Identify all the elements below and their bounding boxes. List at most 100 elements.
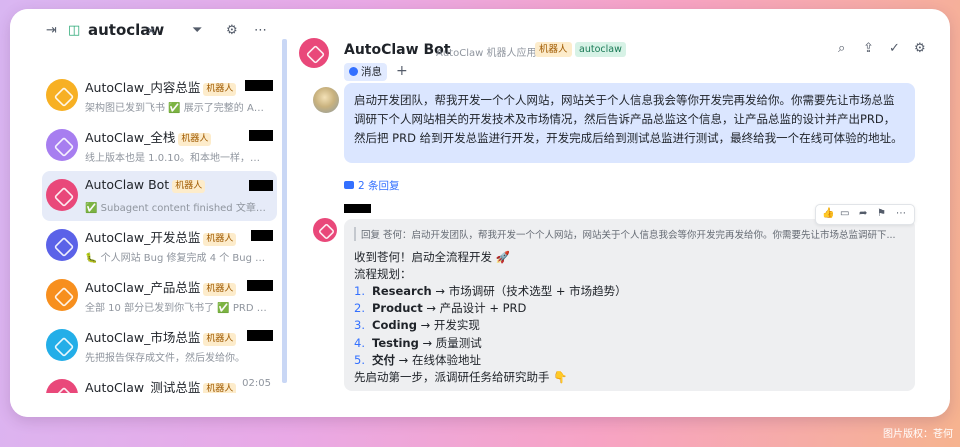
search-icon[interactable]: ⌕ (838, 41, 845, 56)
settings-icon[interactable]: ⚙ (914, 41, 926, 56)
timestamp-redacted (251, 230, 273, 241)
conversation-panel-header: ⇥ ◫ autoclaw ✕ ⏷ ⚙ ⋯ (10, 9, 282, 53)
add-tab-button[interactable]: + (396, 63, 408, 79)
conversation-item[interactable]: AutoClaw_全栈 机器人线上版本也是 1.0.10。和本地一样，没有... (42, 121, 277, 171)
message-icon (349, 67, 358, 76)
conversation-avatar (46, 329, 78, 361)
step-keyword: Testing (372, 335, 419, 350)
bot-badge: 机器人 (535, 42, 572, 57)
conversation-item[interactable]: AutoClaw_开发总监 机器人 🐛 个人网站 Bug 修复完成 4 个 Bug … (42, 221, 277, 271)
timestamp-redacted (247, 280, 273, 291)
bot-tag: 机器人 (203, 333, 237, 346)
app-badge: autoclaw (575, 42, 626, 57)
conversation-title: AutoClaw_全栈 机器人 (85, 127, 212, 146)
conversation-item[interactable]: AutoClaw Bot 机器人 ✅ Subagent content finish… (42, 171, 277, 221)
step-number: 5. (354, 352, 365, 367)
bot-intro: 收到苍何！启动全流程开发 🚀 (354, 250, 510, 264)
panel-divider[interactable] (282, 39, 287, 383)
sender-name-redacted (344, 204, 371, 213)
step-number: 3. (354, 318, 365, 333)
step-number: 1. (354, 284, 365, 298)
flag-icon[interactable]: ⚑ (877, 208, 886, 219)
plan-step: 4. Testing → 质量测试 (354, 335, 482, 351)
bot-outro: 先启动第一步，派调研任务给研究助手 👇 (354, 370, 568, 384)
conversation-title: AutoClaw_测试总监 机器人 (85, 377, 237, 393)
step-keyword: Coding (372, 318, 417, 333)
conversation-list: AutoClaw_内容总监 机器人 架构图已发到飞书 ✅ 展示了完整的 Age...… (10, 71, 282, 393)
conversation-avatar (46, 179, 78, 211)
step-keyword: Research (372, 284, 432, 298)
conversation-name: AutoClaw_产品总监 (85, 280, 201, 295)
conversation-item[interactable]: AutoClaw_内容总监 机器人架构图已发到飞书 ✅ 展示了完整的 Age... (42, 71, 277, 121)
tab-messages[interactable]: 消息 (344, 63, 387, 81)
step-number: 4. (354, 335, 365, 350)
more-icon[interactable]: ⋯ (896, 208, 906, 219)
step-text: → 产品设计 + PRD (422, 301, 527, 316)
conversation-name: AutoClaw_内容总监 (85, 80, 201, 95)
image-credit: 图片版权：苍何 (883, 429, 953, 440)
conversation-preview: 架构图已发到飞书 ✅ 展示了完整的 Age... (85, 103, 267, 114)
bot-tag: 机器人 (203, 233, 237, 246)
conversation-avatar (46, 129, 78, 161)
conversation-item[interactable]: AutoClaw_测试总监 机器人 02:05 (42, 371, 277, 393)
conversation-avatar (46, 279, 78, 311)
timestamp-redacted (247, 330, 273, 341)
plan-step: 2. Product → 产品设计 + PRD (354, 300, 526, 316)
tag-icon: ◫ (68, 23, 81, 38)
user-message-bubble: 启动开发团队，帮我开发一个个人网站，网站关于个人信息我会等你开发完再发给你。你需… (344, 83, 915, 163)
more-icon[interactable]: ⋯ (254, 23, 267, 39)
step-text: → 市场调研（技术选型 + 市场趋势） (431, 284, 627, 298)
chat-title: AutoClaw Bot (344, 42, 451, 58)
chat-subtitle: AutoClaw 机器人应用 (436, 48, 537, 59)
conversation-item[interactable]: AutoClaw_产品总监 机器人全部 10 部分已发到你飞书了 ✅ PRD 太.… (42, 271, 277, 321)
message-action-bar: 👍 ▭ ➦ ⚑ ⋯ (815, 204, 915, 225)
tab-label: 消息 (361, 66, 382, 78)
thumbs-up-icon[interactable]: 👍 (822, 208, 834, 219)
share-icon[interactable]: ⇪ (863, 41, 874, 56)
sidebar-collapse-icon[interactable]: ⇥ (46, 23, 57, 39)
done-icon[interactable]: ✓ (889, 41, 900, 56)
reply-icon (344, 181, 354, 189)
conversation-avatar (46, 229, 78, 261)
conversation-name: AutoClaw_全栈 (85, 130, 176, 145)
conversation-title: AutoClaw_内容总监 机器人 (85, 77, 237, 96)
thread-replies-link[interactable]: 2 条回复 (344, 178, 400, 193)
bot-tag: 机器人 (203, 83, 237, 96)
conversation-avatar (46, 379, 78, 393)
quoted-reply[interactable]: 回复 苍何：启动开发团队，帮我开发一个个人网站，网站关于个人信息我会等你开发完再… (354, 227, 904, 241)
conversation-item[interactable]: AutoClaw_市场总监 机器人先把报告保存成文件，然后发给你。 (42, 321, 277, 371)
conversation-name: AutoClaw_开发总监 (85, 230, 201, 245)
conversation-preview: 先把报告保存成文件，然后发给你。 (85, 353, 245, 364)
bot-avatar[interactable] (313, 218, 337, 242)
user-avatar[interactable] (313, 87, 339, 113)
step-keyword: 交付 (372, 352, 395, 367)
bot-message-bubble: 回复 苍何：启动开发团队，帮我开发一个个人网站，网站关于个人信息我会等你开发完再… (344, 219, 915, 391)
reply-icon[interactable]: ▭ (840, 208, 849, 219)
filter-icon[interactable]: ⏷ (192, 23, 202, 39)
plan-step: 1. Research → 市场调研（技术选型 + 市场趋势） (354, 283, 627, 299)
plan-label: 流程规划： (354, 267, 412, 281)
settings-icon[interactable]: ⚙ (226, 23, 238, 39)
bot-tag: 机器人 (203, 383, 237, 393)
step-text: → 在线体验地址 (395, 352, 481, 367)
step-keyword: Product (372, 301, 423, 316)
bot-tag: 机器人 (172, 180, 206, 193)
conversation-preview: 🐛 个人网站 Bug 修复完成 4 个 Bug 全... (85, 253, 267, 264)
chat-avatar[interactable] (299, 38, 329, 68)
conversation-preview: ✅ Subagent content finished 文章已完... (85, 203, 267, 214)
step-text: → 开发实现 (416, 318, 480, 333)
close-icon[interactable]: ✕ (146, 23, 156, 39)
conversation-time: 02:05 (242, 378, 271, 389)
conversation-title: AutoClaw_市场总监 机器人 (85, 327, 237, 346)
forward-icon[interactable]: ➦ (859, 208, 867, 219)
bot-tag: 机器人 (203, 283, 237, 296)
conversation-name: AutoClaw_测试总监 (85, 380, 201, 393)
conversation-preview: 线上版本也是 1.0.10。和本地一样，没有... (85, 153, 267, 164)
timestamp-redacted (249, 180, 273, 191)
timestamp-redacted (249, 130, 273, 141)
conversation-name: AutoClaw_市场总监 (85, 330, 201, 345)
step-number: 2. (354, 301, 365, 316)
replies-count: 2 条回复 (358, 180, 400, 192)
message-area: 启动开发团队，帮我开发一个个人网站，网站关于个人信息我会等你开发完再发给你。你需… (289, 83, 950, 417)
conversation-preview: 全部 10 部分已发到你飞书了 ✅ PRD 太... (85, 303, 267, 314)
